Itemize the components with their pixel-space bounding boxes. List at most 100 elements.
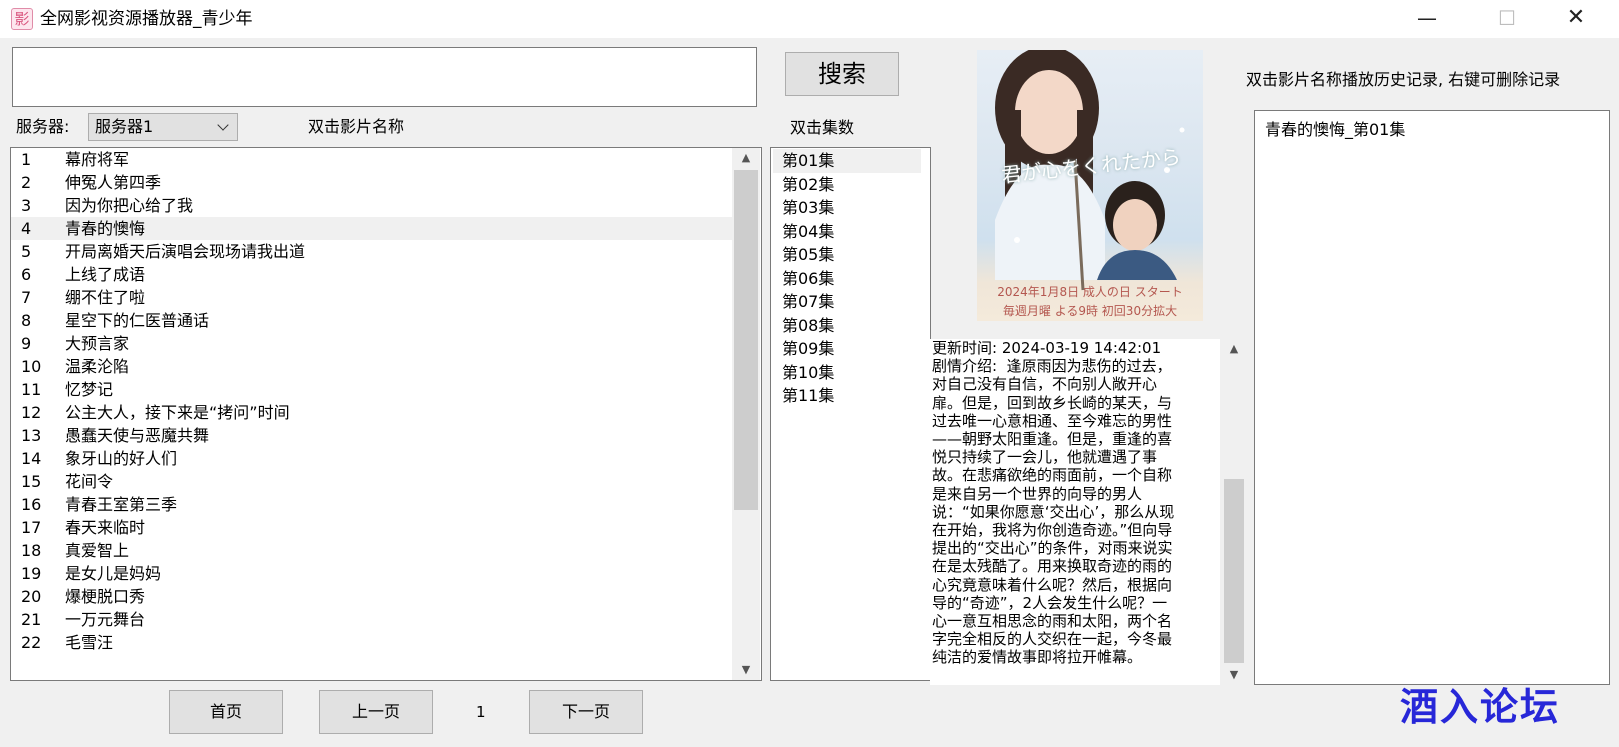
film-name: 花间令: [65, 472, 114, 491]
film-row[interactable]: 3 因为你把心给了我: [11, 194, 734, 217]
film-list[interactable]: 1 幕府将军 2 伸冤人第四季 3 因为你把心给了我 4 青春的懊悔 5 开局离婚天后演唱会现场请…: [10, 147, 762, 681]
film-row[interactable]: 20 爆梗脱口秀: [11, 585, 734, 608]
film-row[interactable]: 6 上线了成语: [11, 263, 734, 286]
film-name: 是女儿是妈妈: [65, 564, 162, 583]
film-number: 22: [21, 633, 42, 652]
film-number: 12: [21, 403, 42, 422]
film-row[interactable]: 15 花间令: [11, 470, 734, 493]
history-item[interactable]: 青春的懊悔_第01集: [1265, 119, 1405, 141]
film-row[interactable]: 19 是女儿是妈妈: [11, 562, 734, 585]
close-button[interactable]: ✕: [1553, 0, 1599, 38]
film-row[interactable]: 12 公主大人，接下来是“拷问”时间: [11, 401, 734, 424]
film-name: 开局离婚天后演唱会现场请我出道: [65, 242, 306, 261]
description-box[interactable]: 更新时间: 2024-03-19 14:42:01 剧情介绍: 逢原雨因为悲伤的…: [930, 339, 1220, 685]
episode-item[interactable]: 第06集: [773, 267, 921, 291]
film-name: 毛雪汪: [65, 633, 114, 652]
episode-item[interactable]: 第10集: [773, 361, 921, 385]
film-row[interactable]: 4 青春的懊悔: [11, 217, 734, 240]
history-list[interactable]: 青春的懊悔_第01集: [1254, 110, 1610, 685]
film-name: 象牙山的好人们: [65, 449, 178, 468]
film-row[interactable]: 1 幕府将军: [11, 148, 734, 171]
window-title: 全网影视资源播放器_青少年: [40, 9, 253, 29]
film-name: 星空下的仁医普通话: [65, 311, 210, 330]
film-name: 春天来临时: [65, 518, 146, 537]
film-row[interactable]: 13 愚蠢天使与恶魔共舞: [11, 424, 734, 447]
film-name: 上线了成语: [65, 265, 146, 284]
film-list-scrollbar[interactable]: ▲ ▼: [732, 148, 760, 680]
film-name: 爆梗脱口秀: [65, 587, 146, 606]
prev-page-button[interactable]: 上一页: [319, 690, 433, 734]
film-number: 10: [21, 357, 42, 376]
episode-item[interactable]: 第01集: [773, 149, 921, 173]
film-name: 青春王室第三季: [65, 495, 178, 514]
film-row[interactable]: 18 真爱智上: [11, 539, 734, 562]
film-number: 19: [21, 564, 42, 583]
server-label: 服务器:: [16, 117, 70, 136]
film-row[interactable]: 16 青春王室第三季: [11, 493, 734, 516]
scroll-up-icon[interactable]: ▲: [1222, 339, 1246, 359]
film-name: 绷不住了啦: [65, 288, 146, 307]
film-number: 7: [21, 288, 32, 307]
maximize-button[interactable]: ☐: [1484, 0, 1530, 38]
episode-item[interactable]: 第05集: [773, 243, 921, 267]
scroll-down-icon[interactable]: ▼: [732, 660, 760, 680]
next-page-button[interactable]: 下一页: [529, 690, 643, 734]
episode-item[interactable]: 第04集: [773, 220, 921, 244]
film-name: 温柔沦陷: [65, 357, 130, 376]
film-number: 2: [21, 173, 32, 192]
film-number: 15: [21, 472, 42, 491]
film-row[interactable]: 14 象牙山的好人们: [11, 447, 734, 470]
scroll-down-icon[interactable]: ▼: [1222, 665, 1246, 685]
search-input[interactable]: [12, 47, 757, 107]
episode-item[interactable]: 第09集: [773, 337, 921, 361]
minimize-button[interactable]: —: [1404, 0, 1450, 38]
film-row[interactable]: 11 忆梦记: [11, 378, 734, 401]
description-scrollbar[interactable]: ▲ ▼: [1222, 339, 1246, 685]
episode-item[interactable]: 第03集: [773, 196, 921, 220]
first-page-button[interactable]: 首页: [169, 690, 283, 734]
film-name: 因为你把心给了我: [65, 196, 194, 215]
film-row[interactable]: 22 毛雪汪: [11, 631, 734, 654]
film-number: 13: [21, 426, 42, 445]
server-select-value: 服务器1: [95, 117, 154, 136]
film-row[interactable]: 7 绷不住了啦: [11, 286, 734, 309]
poster-image: 君が心をくれたから 2024年1月8日 成人の日 スタート 毎週月曜 よる9時 …: [977, 50, 1203, 321]
film-number: 1: [21, 150, 32, 169]
film-row[interactable]: 5 开局离婚天后演唱会现场请我出道: [11, 240, 734, 263]
film-row[interactable]: 10 温柔沦陷: [11, 355, 734, 378]
film-row[interactable]: 9 大预言家: [11, 332, 734, 355]
watermark-logo: 酒入论坛: [1400, 685, 1561, 729]
episode-item[interactable]: 第02集: [773, 173, 921, 197]
film-name: 忆梦记: [65, 380, 114, 399]
film-name: 大预言家: [65, 334, 130, 353]
film-name: 幕府将军: [65, 150, 130, 169]
episode-item[interactable]: 第07集: [773, 290, 921, 314]
episode-list[interactable]: 第01集 第02集 第03集 第04集 第05集 第06集 第07集 第08集 第09集 第10集…: [770, 147, 931, 681]
episode-item[interactable]: 第08集: [773, 314, 921, 338]
scroll-up-icon[interactable]: ▲: [732, 148, 760, 168]
chevron-down-icon: [217, 119, 229, 131]
film-number: 16: [21, 495, 42, 514]
film-row[interactable]: 2 伸冤人第四季: [11, 171, 734, 194]
film-number: 3: [21, 196, 32, 215]
film-row[interactable]: 8 星空下的仁医普通话: [11, 309, 734, 332]
film-number: 21: [21, 610, 42, 629]
film-name: 真爱智上: [65, 541, 130, 560]
poster-date-line: 2024年1月8日 成人の日 スタート: [997, 285, 1183, 299]
episode-item[interactable]: 第11集: [773, 384, 921, 408]
search-button[interactable]: 搜索: [785, 52, 899, 96]
film-row[interactable]: 17 春天来临时: [11, 516, 734, 539]
film-name: 青春的懊悔: [65, 219, 146, 238]
history-hint: 双击影片名称播放历史记录, 右键可删除记录: [1246, 70, 1561, 89]
film-number: 6: [21, 265, 32, 284]
film-number: 11: [21, 380, 42, 399]
scroll-thumb[interactable]: [734, 170, 758, 510]
film-list-hint: 双击影片名称: [308, 117, 405, 136]
page-number: 1: [476, 703, 486, 721]
film-number: 9: [21, 334, 32, 353]
scroll-thumb[interactable]: [1224, 479, 1244, 663]
server-select[interactable]: 服务器1: [88, 113, 238, 141]
app-icon: 影: [11, 8, 33, 30]
film-number: 14: [21, 449, 42, 468]
film-row[interactable]: 21 一万元舞台: [11, 608, 734, 631]
